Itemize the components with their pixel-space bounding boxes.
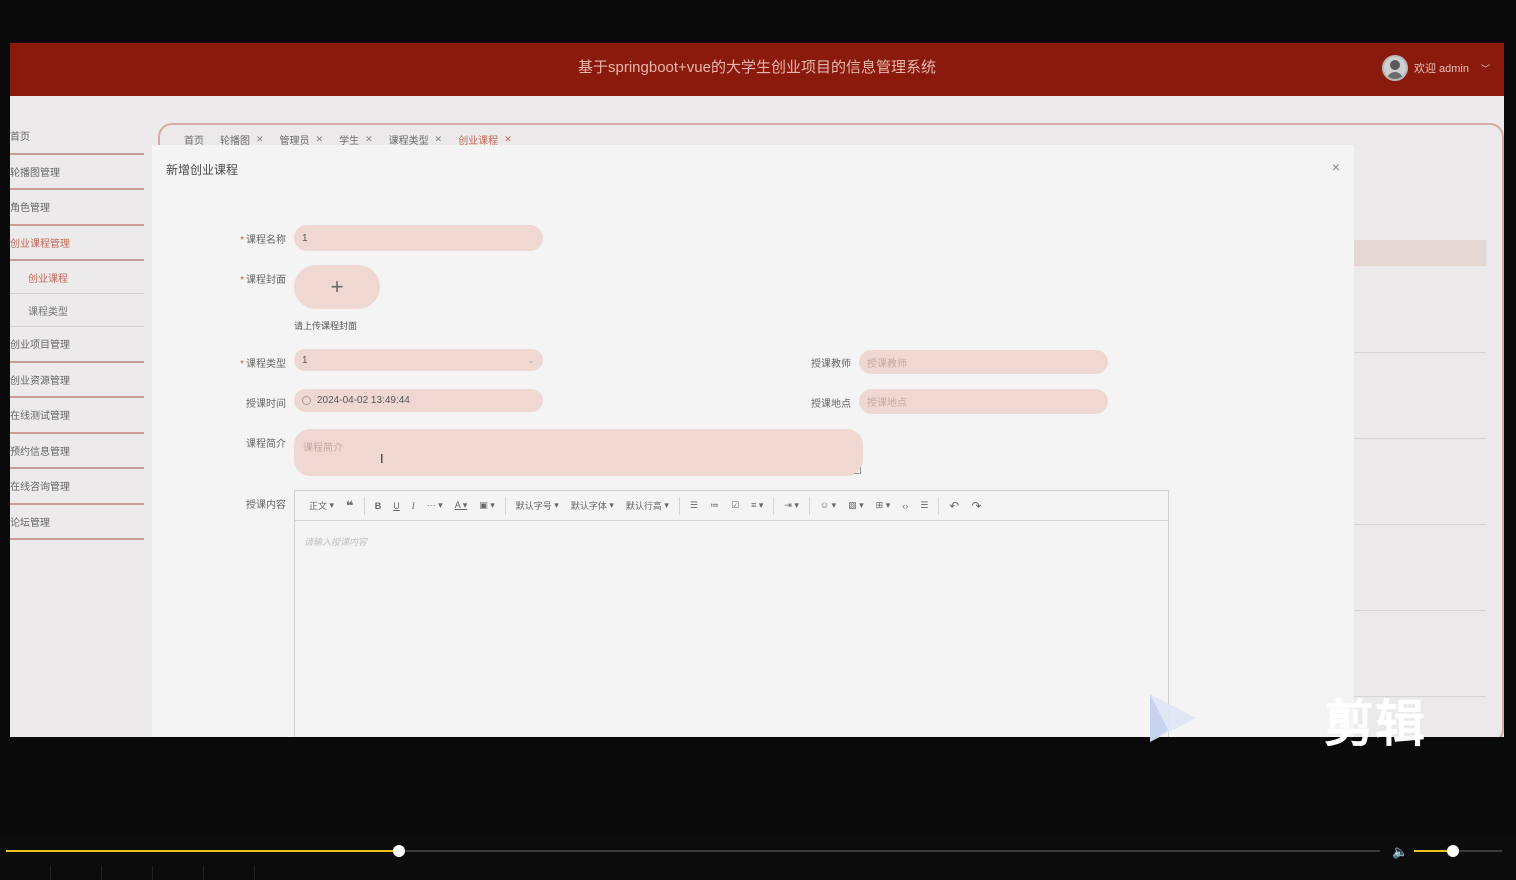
close-icon[interactable]: ✕ [256, 134, 264, 145]
time-label: 授课时间 [246, 399, 286, 410]
editor-placeholder: 请输入授课内容 [304, 537, 368, 547]
course-type-label: * 课程类型 [240, 359, 286, 370]
intro-label: 课程简介 [246, 439, 286, 450]
progress-handle[interactable] [392, 845, 405, 857]
sidebar: 首页 轮播图管理 角色管理 创业课程管理 创业课程 课程类型 创业项目管理 创业资源管理 在线测… [10, 119, 144, 540]
rich-text-editor[interactable]: 正文 ▾ ❝ B U I ··· ▾ A ▾ ▣ ▾ 默认字号 ▾ 默认字体 ▾… [294, 490, 1169, 737]
content-label: 授课内容 [246, 500, 286, 511]
volume-slider[interactable] [1414, 845, 1502, 857]
course-type-select[interactable]: 1 ⌄ [294, 349, 543, 371]
todo-icon[interactable]: ☑ [725, 491, 745, 521]
sidebar-item[interactable]: 预约信息管理 [10, 434, 144, 469]
table-icon[interactable]: ⊞ ▾ [870, 491, 897, 521]
image-icon[interactable]: ▨ ▾ [842, 491, 870, 521]
sidebar-item[interactable]: 创业课程管理 [10, 226, 144, 261]
dialog-title: 新增创业课程 [166, 163, 239, 177]
underline-icon[interactable]: U [387, 491, 406, 521]
close-icon[interactable]: ✕ [504, 134, 512, 145]
welcome-text: 欢迎 admin [1413, 63, 1469, 75]
table-row-divider [1354, 352, 1486, 353]
teacher-input[interactable]: 授课教师 [859, 350, 1108, 374]
user-menu[interactable]: 欢迎 admin ﹀ [1381, 55, 1490, 81]
volume-icon[interactable]: 🔈 [1392, 844, 1408, 860]
screen: 基于springboot+vue的大学生创业项目的信息管理系统 欢迎 admin… [0, 0, 1516, 880]
time-picker[interactable]: 2024-04-02 13:49:44 [294, 389, 543, 412]
line-height-select[interactable]: 默认行高 ▾ [620, 491, 675, 521]
redo-icon[interactable]: ↷ [965, 491, 987, 521]
progress-fill [6, 850, 399, 852]
more-icon[interactable]: ··· ▾ [421, 491, 449, 521]
avatar[interactable] [1381, 55, 1408, 81]
toolbar-divider [773, 496, 775, 515]
code-icon[interactable]: ‹› [896, 491, 914, 521]
table-row-highlight [1354, 240, 1486, 266]
emoji-icon[interactable]: ☺ ▾ [814, 491, 842, 521]
upload-tip: 请上传课程封面 [294, 321, 358, 331]
system-title: 基于springboot+vue的大学生创业项目的信息管理系统 [578, 59, 936, 76]
sidebar-item[interactable]: 课程类型 [10, 294, 144, 327]
place-label: 授课地点 [811, 399, 851, 410]
bold-icon[interactable]: B [369, 491, 388, 521]
quote-icon[interactable]: ❝ [340, 491, 360, 521]
clock-icon [302, 396, 311, 405]
plus-icon: + [330, 274, 344, 299]
sidebar-item[interactable]: 创业课程 [10, 261, 144, 294]
app-window: 基于springboot+vue的大学生创业项目的信息管理系统 欢迎 admin… [10, 43, 1504, 737]
text-cursor-icon: I [380, 451, 384, 466]
sidebar-item[interactable]: 创业资源管理 [10, 363, 144, 398]
volume-handle[interactable] [1446, 845, 1459, 857]
sidebar-item[interactable]: 角色管理 [10, 190, 144, 226]
italic-icon[interactable]: I [406, 491, 421, 521]
close-icon[interactable]: ✕ [316, 134, 324, 145]
editor-toolbar: 正文 ▾ ❝ B U I ··· ▾ A ▾ ▣ ▾ 默认字号 ▾ 默认字体 ▾… [295, 491, 1168, 521]
divider-icon[interactable]: ☰ [914, 491, 934, 521]
font-color-icon[interactable]: A ▾ [449, 491, 474, 521]
resize-handle[interactable] [854, 467, 861, 474]
paragraph-select[interactable]: 正文 ▾ [303, 491, 340, 521]
close-icon[interactable]: × [1332, 159, 1340, 175]
chevron-down-icon: ⌄ [527, 355, 535, 365]
table-row-divider [1354, 438, 1486, 439]
sidebar-item[interactable]: 在线咨询管理 [10, 469, 144, 505]
watermark-text: 剪辑 [1324, 695, 1426, 753]
align-icon[interactable]: ≡ ▾ [745, 491, 769, 521]
table-row-divider [1354, 610, 1486, 611]
toolbar-divider [938, 496, 940, 515]
numbered-list-icon[interactable]: ≔ [704, 491, 725, 521]
background-color-icon[interactable]: ▣ ▾ [473, 491, 501, 521]
taskbar-strip [0, 866, 1516, 880]
upload-cover-button[interactable]: + [294, 265, 380, 309]
toolbar-divider [363, 496, 365, 515]
add-course-dialog: 新增创业课程 × * 课程名称 1 * 课程封面 + 请上传课程封面 * 课程类型 1… [152, 145, 1354, 737]
indent-icon[interactable]: ⇥ ▾ [778, 491, 805, 521]
course-cover-label: * 课程封面 [240, 275, 286, 286]
font-size-select[interactable]: 默认字号 ▾ [510, 491, 565, 521]
close-icon[interactable]: ✕ [365, 134, 373, 145]
sidebar-item[interactable]: 轮播图管理 [10, 155, 144, 190]
undo-icon[interactable]: ↶ [943, 491, 965, 521]
table-row-divider [1354, 524, 1486, 525]
progress-bar[interactable] [6, 845, 1380, 857]
sidebar-item[interactable]: 创业项目管理 [10, 327, 144, 363]
sidebar-item[interactable]: 首页 [10, 119, 144, 155]
course-name-label: * 课程名称 [240, 235, 286, 246]
sidebar-item[interactable]: 论坛管理 [10, 505, 144, 540]
toolbar-divider [808, 496, 810, 515]
place-input[interactable]: 授课地点 [859, 389, 1108, 414]
teacher-label: 授课教师 [811, 359, 851, 370]
toolbar-divider [678, 496, 680, 515]
bullet-list-icon[interactable]: ☰ [684, 491, 704, 521]
course-name-input[interactable]: 1 [294, 225, 543, 251]
top-header: 基于springboot+vue的大学生创业项目的信息管理系统 欢迎 admin… [10, 43, 1504, 96]
sidebar-item[interactable]: 在线测试管理 [10, 398, 144, 434]
watermark-play-icon [1150, 694, 1196, 742]
close-icon[interactable]: ✕ [435, 134, 443, 145]
chevron-down-icon[interactable]: ﹀ [1481, 62, 1490, 75]
font-family-select[interactable]: 默认字体 ▾ [565, 491, 620, 521]
toolbar-divider [504, 496, 506, 515]
